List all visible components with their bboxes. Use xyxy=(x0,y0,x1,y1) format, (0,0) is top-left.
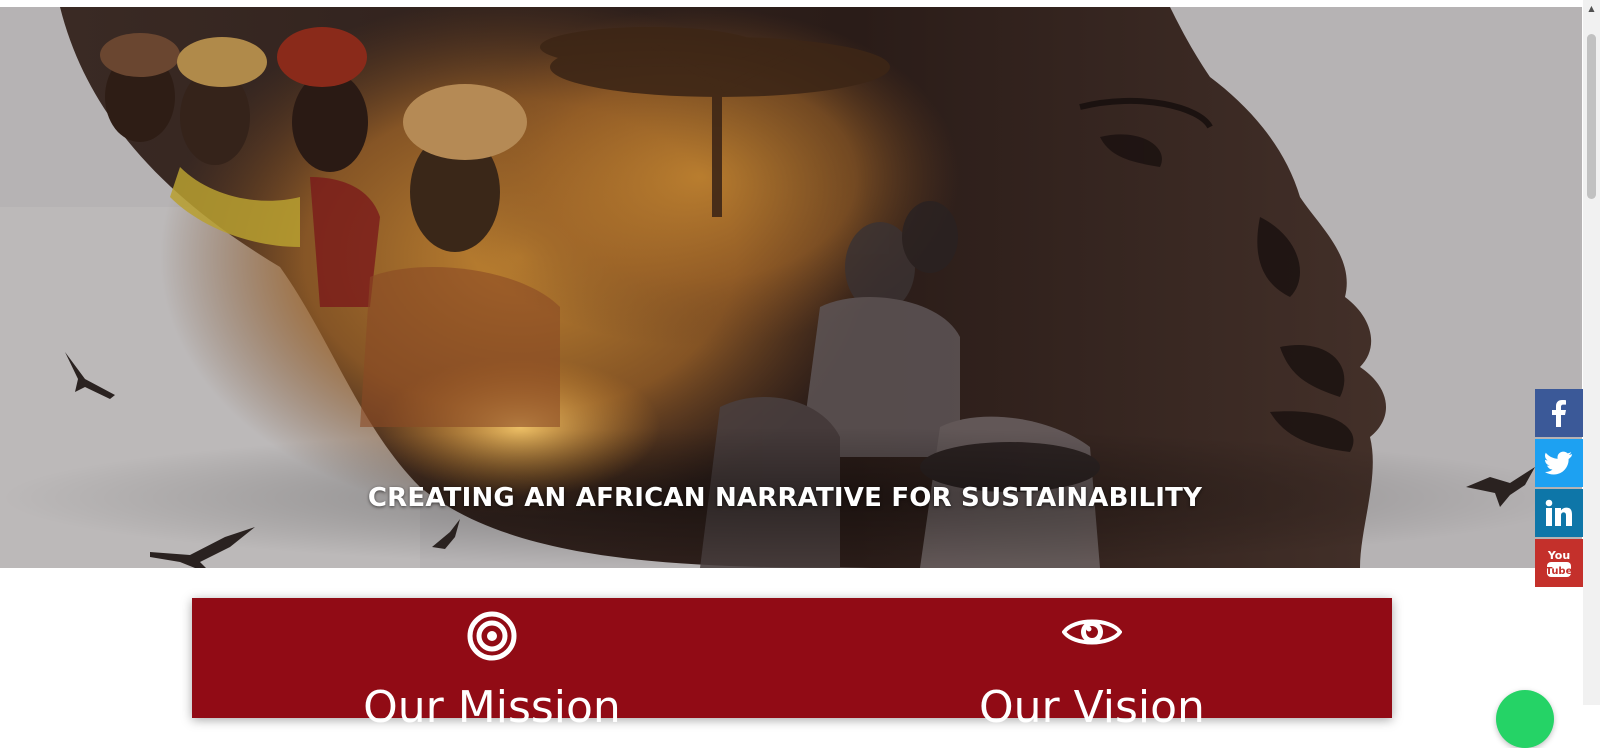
hero-banner: CREATING AN AFRICAN NARRATIVE FOR SUSTAI… xyxy=(0,7,1582,568)
svg-text:You: You xyxy=(1547,549,1570,562)
vision-card: Our Vision xyxy=(792,598,1392,733)
twitter-icon xyxy=(1545,451,1572,475)
vision-heading: Our Vision xyxy=(979,682,1205,733)
target-icon xyxy=(467,611,517,661)
mission-vision-band: Our Mission Our Vision xyxy=(192,598,1392,733)
chat-button[interactable] xyxy=(1496,690,1554,748)
scroll-thumb[interactable] xyxy=(1587,34,1596,199)
youtube-button[interactable]: You Tube xyxy=(1535,539,1583,587)
top-strip xyxy=(0,0,1600,7)
mission-heading: Our Mission xyxy=(363,682,621,733)
linkedin-button[interactable] xyxy=(1535,489,1583,537)
youtube-icon: You Tube xyxy=(1546,549,1573,577)
facebook-button[interactable] xyxy=(1535,389,1583,437)
eye-icon xyxy=(1062,619,1122,645)
linkedin-icon xyxy=(1545,499,1572,526)
mission-card: Our Mission xyxy=(192,598,792,733)
vertical-scrollbar[interactable]: ▲ xyxy=(1583,0,1600,705)
scroll-up-arrow-icon[interactable]: ▲ xyxy=(1583,0,1600,17)
twitter-button[interactable] xyxy=(1535,439,1583,487)
hero-title: CREATING AN AFRICAN NARRATIVE FOR SUSTAI… xyxy=(367,483,1203,513)
facebook-icon xyxy=(1552,400,1566,427)
svg-text:Tube: Tube xyxy=(1546,566,1573,577)
social-share-rail: You Tube xyxy=(1535,389,1583,589)
